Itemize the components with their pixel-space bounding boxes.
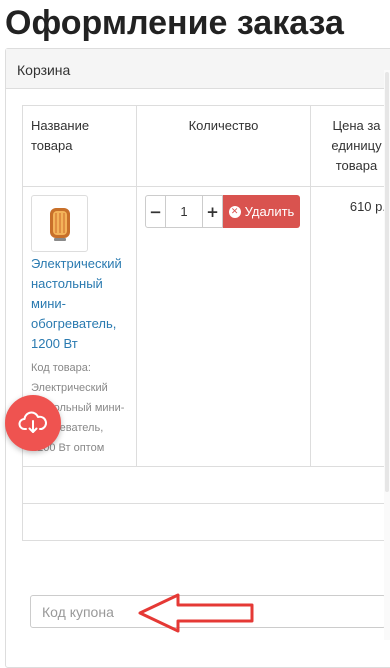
cloud-download-icon [18, 411, 48, 435]
cart-table: Название товара Количество Цена за едини… [22, 105, 390, 541]
scrollbar-thumb[interactable] [385, 72, 389, 492]
quantity-input[interactable] [166, 195, 202, 228]
product-name-link[interactable]: Электрический настольный мини-обогревате… [31, 254, 128, 354]
column-header-quantity: Количество [137, 106, 311, 187]
x-circle-icon: ✕ [229, 206, 241, 218]
table-header-row: Название товара Количество Цена за едини… [23, 106, 390, 187]
table-row: Электрический настольный мини-обогревате… [23, 187, 390, 467]
column-header-price: Цена за единицу товара [311, 106, 390, 187]
product-image[interactable] [31, 195, 88, 252]
table-row-empty [23, 504, 390, 541]
column-header-name: Название товара [23, 106, 137, 187]
quantity-increase-button[interactable]: + [202, 195, 223, 228]
delete-button[interactable]: ✕ Удалить [223, 195, 300, 228]
cart-panel: Корзина Название товара Количество Цена … [5, 48, 390, 668]
table-row-empty [23, 467, 390, 504]
empty-cell [23, 467, 390, 504]
red-arrow-icon [136, 590, 256, 636]
quantity-decrease-button[interactable]: − [145, 195, 166, 228]
unit-price: 610 р. [311, 187, 390, 467]
cart-panel-heading: Корзина [6, 49, 390, 89]
heater-image [42, 204, 78, 244]
cloud-download-button[interactable] [5, 395, 61, 451]
empty-cell [23, 504, 390, 541]
page-title: Оформление заказа [5, 0, 344, 46]
quantity-cell: − + ✕ Удалить [137, 187, 311, 467]
quantity-stepper: − + ✕ Удалить [145, 195, 302, 228]
delete-button-label: Удалить [245, 204, 295, 219]
